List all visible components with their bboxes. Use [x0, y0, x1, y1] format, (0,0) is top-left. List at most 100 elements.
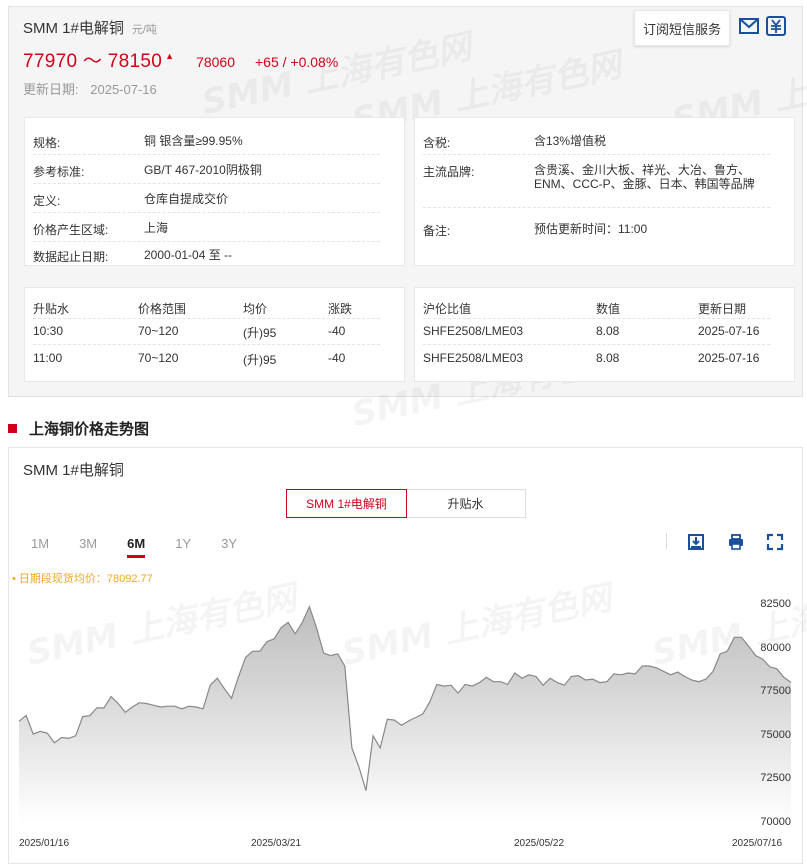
- table-cell: 8.08: [596, 351, 620, 365]
- x-tick-label: 2025/01/16: [19, 838, 70, 849]
- y-tick-label: 70000: [760, 816, 791, 828]
- update-date: 更新日期: 2025-07-16: [23, 79, 157, 98]
- range-1y[interactable]: 1Y: [175, 536, 191, 551]
- table-cell: SHFE2508/LME03: [423, 324, 524, 338]
- range-3y[interactable]: 3Y: [221, 536, 237, 551]
- price-line: [18, 605, 792, 791]
- y-tick-label: 77500: [760, 685, 791, 698]
- price-change: +65 / +0.08%: [255, 54, 339, 70]
- table-header: 涨跌: [328, 302, 353, 316]
- price-row: 77970 ～ 78150 ▲ 78060 +65 / +0.08%: [23, 46, 338, 73]
- product-title-row: SMM 1#电解铜 元/吨: [23, 17, 157, 38]
- spec-value: 2000-01-04 至 --: [144, 248, 233, 262]
- table-cell: 2025-07-16: [698, 351, 760, 365]
- spec-row: 含税: 含13%增值税: [423, 126, 770, 155]
- spec-key: 参考标准:: [33, 165, 85, 179]
- subscribe-sms-button[interactable]: 订阅短信服务: [634, 10, 730, 46]
- table-cell: 70~120: [138, 351, 179, 365]
- range-6m[interactable]: 6M: [127, 536, 146, 558]
- spec-row: 主流品牌: 含贵溪、金川大板、祥光、大冶、鲁方、 ENM、CCC-P、金豚、日本…: [423, 155, 770, 208]
- table-header: 沪伦比值: [423, 302, 472, 316]
- average-price: 78060: [196, 54, 235, 70]
- watermark: SMM 上海有色网: [647, 570, 807, 675]
- y-tick-label: 80000: [760, 641, 791, 654]
- table-cell: 2025-07-16: [698, 324, 760, 338]
- chart-title: SMM 1#电解铜: [23, 462, 124, 479]
- price-range: 77970 ～ 78150: [23, 51, 163, 72]
- spec-row: 数据起止日期: 2000-01-04 至 --: [33, 242, 380, 264]
- spec-row: 备注: 预估更新时间：11:00: [423, 208, 770, 240]
- spec-key: 备注:: [423, 224, 451, 238]
- watermark: SMM 上海有色网: [337, 570, 615, 675]
- price-tag-icon[interactable]: [765, 15, 787, 37]
- x-tick-label: 2025/03/21: [251, 838, 302, 849]
- print-icon[interactable]: [727, 533, 745, 551]
- price-chart-panel: SMM 上海有色网 SMM 上海有色网 SMM 上海有色网 SMM 1#电解铜 …: [8, 447, 807, 864]
- table-cell: -40: [328, 324, 346, 338]
- table-header: 升贴水: [33, 302, 70, 316]
- x-tick-label: 2025/07/16: [732, 838, 783, 849]
- price-area: [19, 606, 791, 823]
- section-title: 上海铜价格走势图: [29, 421, 150, 438]
- spec-row: 参考标准: GB/T 467-2010阴极铜: [33, 155, 380, 184]
- table-header: 更新日期: [698, 302, 747, 316]
- table-cell: (升)95: [243, 326, 277, 340]
- divider: [423, 318, 770, 319]
- spec-key: 主流品牌:: [423, 165, 475, 179]
- spec-value: 仓库自提成交价: [144, 192, 229, 206]
- download-icon[interactable]: [687, 533, 705, 551]
- table-cell: 8.08: [596, 324, 620, 338]
- table-cell: 70~120: [138, 324, 179, 338]
- table-cell: (升)95: [243, 353, 277, 367]
- table-cell: -40: [328, 351, 346, 365]
- fullscreen-icon[interactable]: [766, 533, 784, 551]
- spec-key: 含税:: [423, 136, 451, 150]
- table-header: 均价: [243, 302, 268, 316]
- spec-card-right: 含税: 含13%增值税 主流品牌: 含贵溪、金川大板、祥光、大冶、鲁方、 ENM…: [414, 117, 795, 266]
- toggle-premium[interactable]: 升贴水: [406, 490, 525, 517]
- chart-toggle: SMM 1#电解铜 升贴水: [286, 489, 526, 518]
- price-unit: 元/吨: [131, 24, 157, 36]
- section-marker: [8, 424, 17, 433]
- y-tick-label: 82500: [760, 598, 791, 610]
- divider: [423, 344, 770, 345]
- toggle-price[interactable]: SMM 1#电解铜: [286, 489, 407, 518]
- table-header: 数值: [596, 302, 621, 316]
- range-selector: 1M 3M 6M 1Y 3Y: [31, 536, 267, 558]
- spec-key: 价格产生区域:: [33, 223, 109, 237]
- average-price-note: • 日期段现货均价：78092.77: [12, 573, 153, 585]
- premium-table: 升贴水 价格范围 均价 涨跌 10:30 70~120 (升)95 -40 11…: [24, 287, 405, 382]
- spec-value: 铜 银含量≥99.95%: [144, 134, 243, 148]
- spec-row: 价格产生区域: 上海: [33, 213, 380, 242]
- y-tick-label: 72500: [760, 772, 791, 785]
- table-cell: 11:00: [33, 351, 63, 365]
- price-info-panel: SMM 上海有色网 SMM 上海有色网 SMM 上海有色网 SMM 上海有色网 …: [8, 6, 807, 435]
- spec-key: 规格:: [33, 136, 61, 150]
- spec-value: 预估更新时间：11:00: [534, 222, 648, 236]
- ratio-table: 沪伦比值 数值 更新日期 SHFE2508/LME03 8.08 2025-07…: [414, 287, 795, 382]
- spec-key: 数据起止日期:: [33, 250, 109, 264]
- spec-value: GB/T 467-2010阴极铜: [144, 163, 262, 177]
- spec-key: 定义:: [33, 194, 61, 208]
- toolbar-divider: [666, 533, 667, 549]
- spec-row: 定义: 仓库自提成交价: [33, 184, 380, 213]
- table-cell: SHFE2508/LME03: [423, 351, 524, 365]
- spec-value: 上海: [144, 221, 169, 235]
- table-cell: 10:30: [33, 324, 64, 338]
- table-header: 价格范围: [138, 302, 187, 316]
- x-tick-label: 2025/05/22: [514, 838, 565, 849]
- product-title: SMM 1#电解铜: [23, 20, 124, 37]
- mail-icon[interactable]: [738, 15, 760, 37]
- spec-value: 含13%增值税: [534, 134, 607, 148]
- range-3m[interactable]: 3M: [79, 536, 97, 551]
- price-up-icon: ▲: [165, 51, 175, 61]
- spec-value: 含贵溪、金川大板、祥光、大冶、鲁方、: [534, 163, 751, 177]
- range-1m[interactable]: 1M: [31, 536, 49, 551]
- spec-row: 规格: 铜 银含量≥99.95%: [33, 126, 380, 155]
- spec-card-left: 规格: 铜 银含量≥99.95% 参考标准: GB/T 467-2010阴极铜 …: [24, 117, 405, 266]
- divider: [33, 344, 380, 345]
- spec-value-line2: ENM、CCC-P、金豚、日本、韩国等品牌: [534, 177, 755, 191]
- y-tick-label: 75000: [760, 728, 791, 741]
- divider: [33, 318, 380, 319]
- update-label: 更新日期:: [23, 82, 79, 97]
